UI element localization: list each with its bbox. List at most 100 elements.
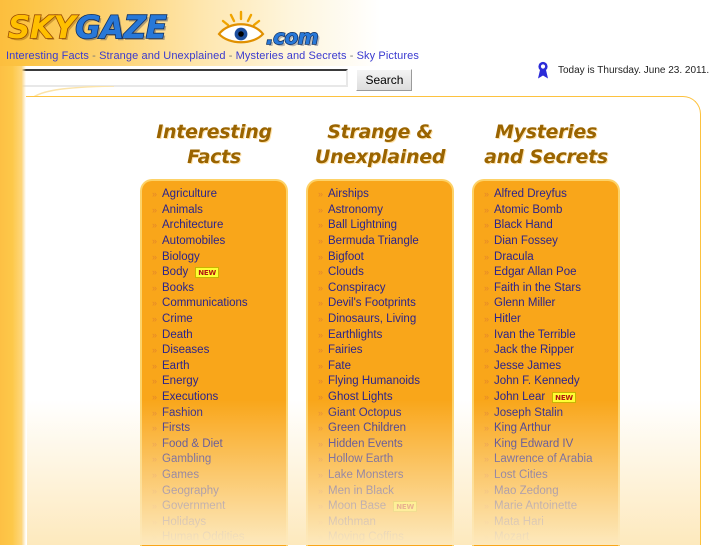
category-list-item[interactable]: » Glenn Miller	[478, 296, 614, 312]
category-link[interactable]: Dian Fossey	[494, 235, 558, 248]
category-list-item[interactable]: » Moon Base NEW	[312, 499, 448, 515]
category-list-item[interactable]: » Mata Hari	[478, 514, 614, 530]
category-list-item[interactable]: » John F. Kennedy	[478, 374, 614, 390]
category-list-item[interactable]: » Black Hand	[478, 218, 614, 234]
category-list-item[interactable]: » Books	[146, 281, 282, 297]
category-list-item[interactable]: » Flying Humanoids	[312, 374, 448, 390]
category-list-item[interactable]: » Earth	[146, 359, 282, 375]
category-link[interactable]: Communications	[162, 297, 248, 310]
category-link[interactable]: Atomic Bomb	[494, 204, 562, 217]
category-link[interactable]: Giant Octopus	[328, 407, 402, 420]
category-link[interactable]: Moving Coffins	[328, 531, 404, 544]
category-link[interactable]: King Arthur	[494, 422, 551, 435]
category-link[interactable]: Earth	[162, 360, 190, 373]
category-link[interactable]: Holidays	[162, 516, 206, 529]
category-link[interactable]: Firsts	[162, 422, 190, 435]
category-link[interactable]: Body	[162, 266, 188, 279]
category-list-item[interactable]: » Energy	[146, 374, 282, 390]
category-link[interactable]: Mata Hari	[494, 516, 544, 529]
category-link[interactable]: Human Oddities	[162, 531, 244, 544]
category-link[interactable]: Conspiracy	[328, 282, 386, 295]
category-link[interactable]: Flying Humanoids	[328, 375, 420, 388]
category-link[interactable]: Bermuda Triangle	[328, 235, 419, 248]
category-link[interactable]: Dracula	[494, 251, 534, 264]
category-list-item[interactable]: » Agriculture	[146, 187, 282, 203]
category-list-item[interactable]: » Jack the Ripper	[478, 343, 614, 359]
category-list-item[interactable]: » Devil's Footprints	[312, 296, 448, 312]
category-link[interactable]: Mozart	[494, 531, 529, 544]
category-list-item[interactable]: » Giant Octopus	[312, 405, 448, 421]
category-list-item[interactable]: » Games	[146, 468, 282, 484]
category-list-item[interactable]: » Dinosaurs, Living	[312, 312, 448, 328]
category-list-item[interactable]: » Ivan the Terrible	[478, 327, 614, 343]
category-list-item[interactable]: » Faith in the Stars	[478, 281, 614, 297]
category-list-item[interactable]: » Green Children	[312, 421, 448, 437]
category-list-item[interactable]: » Mozart	[478, 530, 614, 546]
category-list-item[interactable]: » Astronomy	[312, 203, 448, 219]
category-list-item[interactable]: » King Arthur	[478, 421, 614, 437]
category-list-item[interactable]: » Airships	[312, 187, 448, 203]
category-list-item[interactable]: » Mao Zedong	[478, 483, 614, 499]
category-link[interactable]: Lake Monsters	[328, 469, 403, 482]
category-link[interactable]: Joseph Stalin	[494, 407, 563, 420]
category-list-item[interactable]: » Clouds	[312, 265, 448, 281]
category-list-item[interactable]: » Joseph Stalin	[478, 405, 614, 421]
category-list-item[interactable]: » Holidays	[146, 514, 282, 530]
category-link[interactable]: Clouds	[328, 266, 364, 279]
category-link[interactable]: Agriculture	[162, 188, 217, 201]
category-list-item[interactable]: » Government	[146, 499, 282, 515]
category-link[interactable]: Hitler	[494, 313, 521, 326]
category-list-item[interactable]: » Biology	[146, 249, 282, 265]
category-list-item[interactable]: » Executions	[146, 390, 282, 406]
category-link[interactable]: Fate	[328, 360, 351, 373]
category-link[interactable]: Ball Lightning	[328, 219, 397, 232]
category-list-item[interactable]: » Moving Coffins	[312, 530, 448, 546]
category-list-item[interactable]: » Diseases	[146, 343, 282, 359]
category-link[interactable]: Marie Antoinette	[494, 500, 577, 513]
category-link[interactable]: Geography	[162, 485, 219, 498]
category-list-item[interactable]: » Conspiracy	[312, 281, 448, 297]
category-link[interactable]: John Lear	[494, 391, 545, 404]
category-link[interactable]: Astronomy	[328, 204, 383, 217]
tagline-link-sky-pictures[interactable]: Sky Pictures	[357, 50, 419, 62]
category-list-item[interactable]: » Fashion	[146, 405, 282, 421]
category-link[interactable]: Jack the Ripper	[494, 344, 574, 357]
category-link[interactable]: Faith in the Stars	[494, 282, 581, 295]
category-link[interactable]: Lost Cities	[494, 469, 548, 482]
category-list-item[interactable]: » Men in Black	[312, 483, 448, 499]
category-list-item[interactable]: » Fate	[312, 359, 448, 375]
category-list-item[interactable]: » Atomic Bomb	[478, 203, 614, 219]
category-link[interactable]: Green Children	[328, 422, 406, 435]
category-link[interactable]: Crime	[162, 313, 193, 326]
search-button[interactable]: Search	[356, 69, 413, 91]
tagline-link-strange-unexplained[interactable]: Strange and Unexplained	[99, 50, 225, 62]
category-link[interactable]: Ivan the Terrible	[494, 329, 576, 342]
category-list-item[interactable]: » Marie Antoinette	[478, 499, 614, 515]
category-link[interactable]: Ghost Lights	[328, 391, 393, 404]
category-list-item[interactable]: » Ball Lightning	[312, 218, 448, 234]
category-list-item[interactable]: » Mothman	[312, 514, 448, 530]
category-list-item[interactable]: » Edgar Allan Poe	[478, 265, 614, 281]
category-link[interactable]: Fairies	[328, 344, 363, 357]
category-list-item[interactable]: » Dracula	[478, 249, 614, 265]
category-link[interactable]: Lawrence of Arabia	[494, 453, 592, 466]
category-list-item[interactable]: » Human Oddities	[146, 530, 282, 546]
category-list-item[interactable]: » Firsts	[146, 421, 282, 437]
category-list-item[interactable]: » Jesse James	[478, 359, 614, 375]
category-link[interactable]: Executions	[162, 391, 218, 404]
category-link[interactable]: Automobiles	[162, 235, 225, 248]
tagline-link-mysteries-secrets[interactable]: Mysteries and Secrets	[236, 50, 347, 62]
category-link[interactable]: King Edward IV	[494, 438, 573, 451]
category-link[interactable]: John F. Kennedy	[494, 375, 580, 388]
category-link[interactable]: Books	[162, 282, 194, 295]
category-list-item[interactable]: » Hidden Events	[312, 437, 448, 453]
category-link[interactable]: Gambling	[162, 453, 211, 466]
tagline-link-interesting-facts[interactable]: Interesting Facts	[6, 50, 89, 62]
category-list-item[interactable]: » Hollow Earth	[312, 452, 448, 468]
category-link[interactable]: Dinosaurs, Living	[328, 313, 416, 326]
site-logo[interactable]: SKYGAZE .com	[7, 8, 328, 50]
category-list-item[interactable]: » Gambling	[146, 452, 282, 468]
category-list-item[interactable]: » Crime	[146, 312, 282, 328]
category-list-item[interactable]: » Earthlights	[312, 327, 448, 343]
category-link[interactable]: Edgar Allan Poe	[494, 266, 576, 279]
